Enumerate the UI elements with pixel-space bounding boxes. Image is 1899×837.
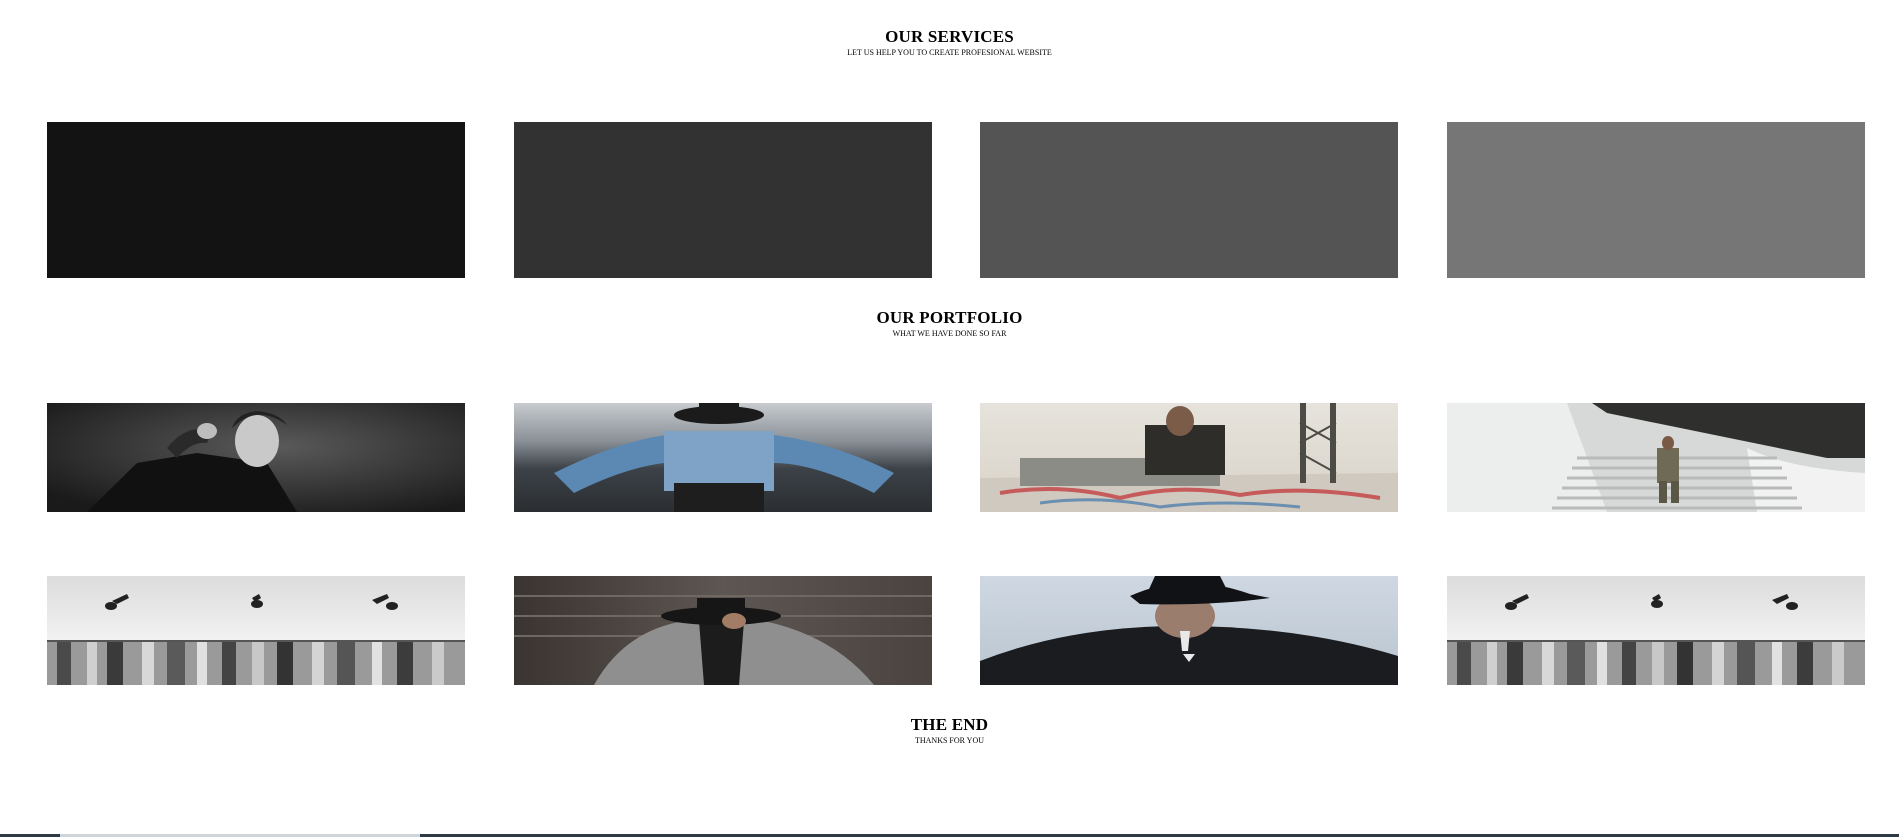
portfolio-header: OUR PORTFOLIO WHAT WE HAVE DONE SO FAR — [0, 308, 1899, 339]
end-header: THE END THANKS FOR YOU — [0, 715, 1899, 746]
service-card-4[interactable] — [1446, 122, 1865, 278]
services-subtitle: LET US HELP YOU TO CREATE PROFESIONAL WE… — [847, 48, 1052, 57]
portfolio-image-denim-jacket[interactable] — [513, 403, 932, 512]
service-card-3[interactable] — [980, 122, 1399, 278]
portfolio-row — [47, 576, 1865, 685]
end-title: THE END — [910, 715, 989, 734]
portfolio-image-hat-grey-coat[interactable] — [513, 576, 932, 685]
portfolio-image-black-cap[interactable] — [980, 576, 1399, 685]
portfolio-row — [47, 403, 1865, 512]
services-header: OUR SERVICES LET US HELP YOU TO CREATE P… — [0, 27, 1899, 58]
portfolio-image-man-on-stairs[interactable] — [1446, 403, 1865, 512]
portfolio-image-clothing-rack[interactable] — [47, 576, 465, 685]
service-card-1[interactable] — [47, 122, 465, 278]
services-grid — [47, 122, 1865, 278]
service-card-2[interactable] — [513, 122, 932, 278]
portfolio-image-man-on-car[interactable] — [980, 403, 1399, 512]
services-title: OUR SERVICES — [885, 27, 1014, 46]
portfolio-subtitle: WHAT WE HAVE DONE SO FAR — [892, 329, 1007, 338]
portfolio-image-man-black-jacket[interactable] — [47, 403, 465, 512]
page: OUR SERVICES LET US HELP YOU TO CREATE P… — [0, 0, 1899, 837]
portfolio-title: OUR PORTFOLIO — [876, 308, 1023, 327]
portfolio-image-clothing-rack[interactable] — [1446, 576, 1865, 685]
end-subtitle: THANKS FOR YOU — [914, 736, 985, 745]
